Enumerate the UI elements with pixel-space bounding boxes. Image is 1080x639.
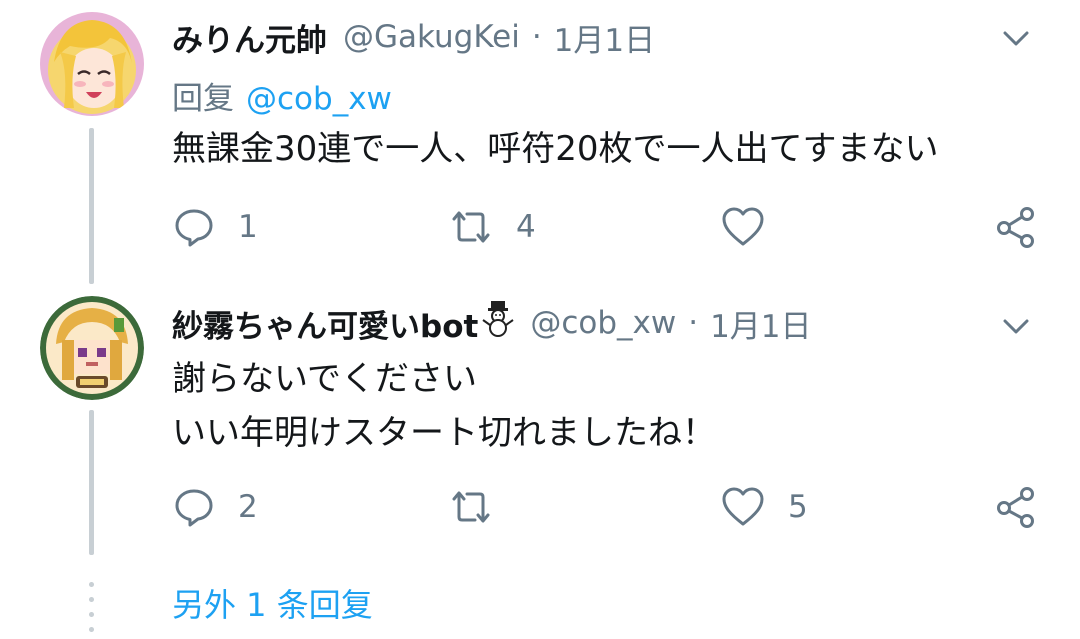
separator: ·: [688, 305, 699, 341]
reply-mention[interactable]: @cob_xw: [246, 81, 392, 117]
user-handle[interactable]: @GakugKei: [343, 19, 520, 55]
reply-context: 回复 @cob_xw: [172, 73, 392, 118]
reply-icon: [175, 489, 213, 527]
separator: ·: [531, 19, 542, 55]
tweet-text-line: 無課金30連で一人、呼符20枚で一人出てすまない: [172, 129, 939, 169]
show-more-replies-link[interactable]: 另外 1 条回复: [172, 580, 373, 626]
chevron-down-icon[interactable]: [996, 306, 1036, 346]
tweet-text-line: 謝らないでください: [172, 359, 477, 399]
display-name[interactable]: みりん元帥: [172, 15, 327, 60]
tweet-text: 無課金30連で一人、呼符20枚で一人出てすまない: [172, 122, 939, 176]
share-button[interactable]: [994, 202, 1060, 252]
reply-icon: [175, 209, 213, 247]
reply-button[interactable]: 1: [172, 202, 258, 252]
reply-button[interactable]: 2: [172, 482, 258, 532]
avatar[interactable]: [40, 296, 144, 400]
like-button[interactable]: [720, 202, 788, 252]
share-icon: [997, 207, 1034, 248]
reply-count: 2: [238, 489, 258, 525]
avatar[interactable]: [40, 12, 144, 116]
tweet-header: みりん元帥 @GakugKei · 1月1日: [172, 12, 655, 62]
tweet-text-line: いい年明けスタート切れましたね！: [172, 413, 716, 453]
reply-count: 1: [238, 209, 258, 245]
reply-label: 回复: [172, 81, 234, 117]
retweet-icon: [452, 211, 490, 243]
display-name[interactable]: 紗霧ちゃん可愛いbot: [172, 301, 478, 346]
retweet-button[interactable]: 4: [448, 202, 536, 252]
tweet-text: 謝らないでください いい年明けスタート切れましたね！: [172, 352, 716, 460]
tweet-header: 紗霧ちゃん可愛いbot @cob_xw · 1月1日: [172, 298, 812, 348]
thread-line: [89, 128, 94, 284]
share-button[interactable]: [994, 482, 1060, 532]
tweet-date[interactable]: 1月1日: [710, 301, 811, 346]
retweet-button[interactable]: [448, 482, 516, 532]
like-icon: [722, 487, 764, 526]
snowman-icon: [482, 301, 514, 345]
user-handle[interactable]: @cob_xw: [530, 305, 676, 341]
chevron-down-icon[interactable]: [996, 18, 1036, 58]
like-icon: [722, 207, 764, 246]
like-count: 5: [788, 489, 808, 525]
like-button[interactable]: 5: [720, 482, 808, 532]
retweet-count: 4: [516, 209, 536, 245]
retweet-icon: [452, 491, 490, 523]
share-icon: [997, 487, 1034, 528]
thread-dots: [89, 577, 94, 637]
tweet-date[interactable]: 1月1日: [554, 15, 655, 60]
thread-line: [89, 410, 94, 555]
